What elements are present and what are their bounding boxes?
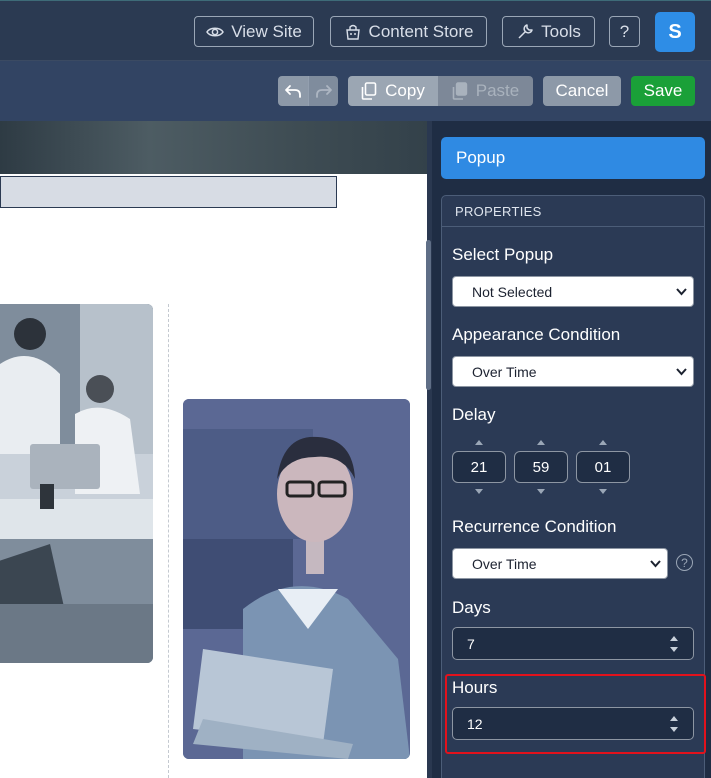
delay-label: Delay (452, 405, 496, 424)
undo-button[interactable] (278, 76, 308, 106)
editor-toolbar: Copy Paste Cancel Save (0, 61, 711, 121)
tools-label: Tools (541, 21, 581, 41)
hours-input[interactable]: 12 (452, 707, 694, 740)
team-meeting-illustration (0, 304, 153, 663)
days-label: Days (452, 598, 491, 617)
delay-seconds-up-icon[interactable] (599, 440, 607, 445)
help-icon: ? (619, 21, 630, 41)
appearance-condition-value: Over Time (472, 363, 537, 380)
delay-minutes-down-icon[interactable] (537, 489, 545, 494)
copy-button[interactable]: Copy (348, 76, 438, 106)
cancel-button[interactable]: Cancel (543, 76, 621, 106)
avatar[interactable]: S (655, 12, 695, 52)
hero-image-strip (0, 121, 427, 174)
delay-seconds-down-icon[interactable] (599, 489, 607, 494)
select-popup-value: Not Selected (472, 283, 553, 300)
delay-hours-field[interactable]: 21 (452, 451, 506, 483)
content-store-icon (345, 24, 360, 40)
recurrence-condition-label: Recurrence Condition (452, 517, 617, 536)
canvas-scrollbar-thumb[interactable] (426, 240, 431, 390)
save-button[interactable]: Save (631, 76, 695, 106)
hours-label: Hours (452, 678, 498, 697)
cancel-label: Cancel (555, 81, 609, 100)
save-label: Save (643, 81, 683, 100)
recurrence-condition-dropdown[interactable]: Over Time (452, 548, 668, 579)
tab-popup[interactable]: Popup (441, 137, 705, 179)
tab-popup-label: Popup (456, 148, 506, 167)
eye-icon (206, 27, 225, 36)
chevron-down-icon (676, 368, 687, 376)
view-site-button[interactable]: View Site (194, 16, 314, 47)
delay-seconds-value: 01 (594, 458, 612, 476)
question-circle-icon[interactable]: ? (676, 554, 693, 571)
delay-minutes-field[interactable]: 59 (514, 451, 568, 483)
delay-minutes-value: 59 (532, 458, 550, 476)
spinner-arrows-icon[interactable] (669, 634, 679, 654)
redo-button[interactable] (308, 76, 338, 106)
hours-value: 12 (467, 715, 483, 732)
delay-minutes-up-icon[interactable] (537, 440, 545, 445)
chevron-down-icon (676, 288, 687, 296)
column-divider (168, 304, 169, 778)
tools-button[interactable]: Tools (502, 16, 595, 47)
delay-hours-up-icon[interactable] (475, 440, 483, 445)
copy-icon (361, 82, 377, 100)
days-value: 7 (467, 635, 475, 652)
appearance-condition-dropdown[interactable]: Over Time (452, 356, 694, 387)
delay-seconds-field[interactable]: 01 (576, 451, 630, 483)
recurrence-condition-value: Over Time (472, 555, 537, 572)
properties-heading: PROPERTIES (442, 196, 704, 227)
team-meeting-photo[interactable] (0, 304, 153, 663)
content-store-button[interactable]: Content Store (330, 16, 487, 47)
days-input[interactable]: 7 (452, 627, 694, 660)
man-with-laptop-illustration (183, 399, 410, 759)
select-popup-dropdown[interactable]: Not Selected (452, 276, 694, 307)
redo-icon (315, 85, 332, 98)
wrench-icon (518, 23, 533, 39)
paste-label: Paste (475, 81, 520, 100)
copy-label: Copy (385, 81, 425, 100)
select-popup-label: Select Popup (452, 245, 554, 264)
man-with-laptop-photo[interactable] (183, 399, 410, 759)
paste-button[interactable]: Paste (438, 76, 533, 106)
paste-icon (452, 82, 467, 100)
canvas-text-field[interactable] (0, 176, 337, 208)
delay-hours-down-icon[interactable] (475, 489, 483, 494)
undo-icon (285, 85, 301, 98)
page-canvas[interactable] (0, 121, 427, 778)
top-bar: View Site Content Store Tools ? S (0, 0, 711, 61)
view-site-label: View Site (231, 21, 302, 41)
delay-hours-value: 21 (470, 458, 488, 476)
spinner-arrows-icon[interactable] (669, 714, 679, 734)
help-button[interactable]: ? (609, 16, 640, 47)
appearance-condition-label: Appearance Condition (452, 325, 621, 344)
avatar-initial: S (668, 20, 682, 43)
content-store-label: Content Store (368, 21, 474, 41)
chevron-down-icon (650, 560, 661, 568)
